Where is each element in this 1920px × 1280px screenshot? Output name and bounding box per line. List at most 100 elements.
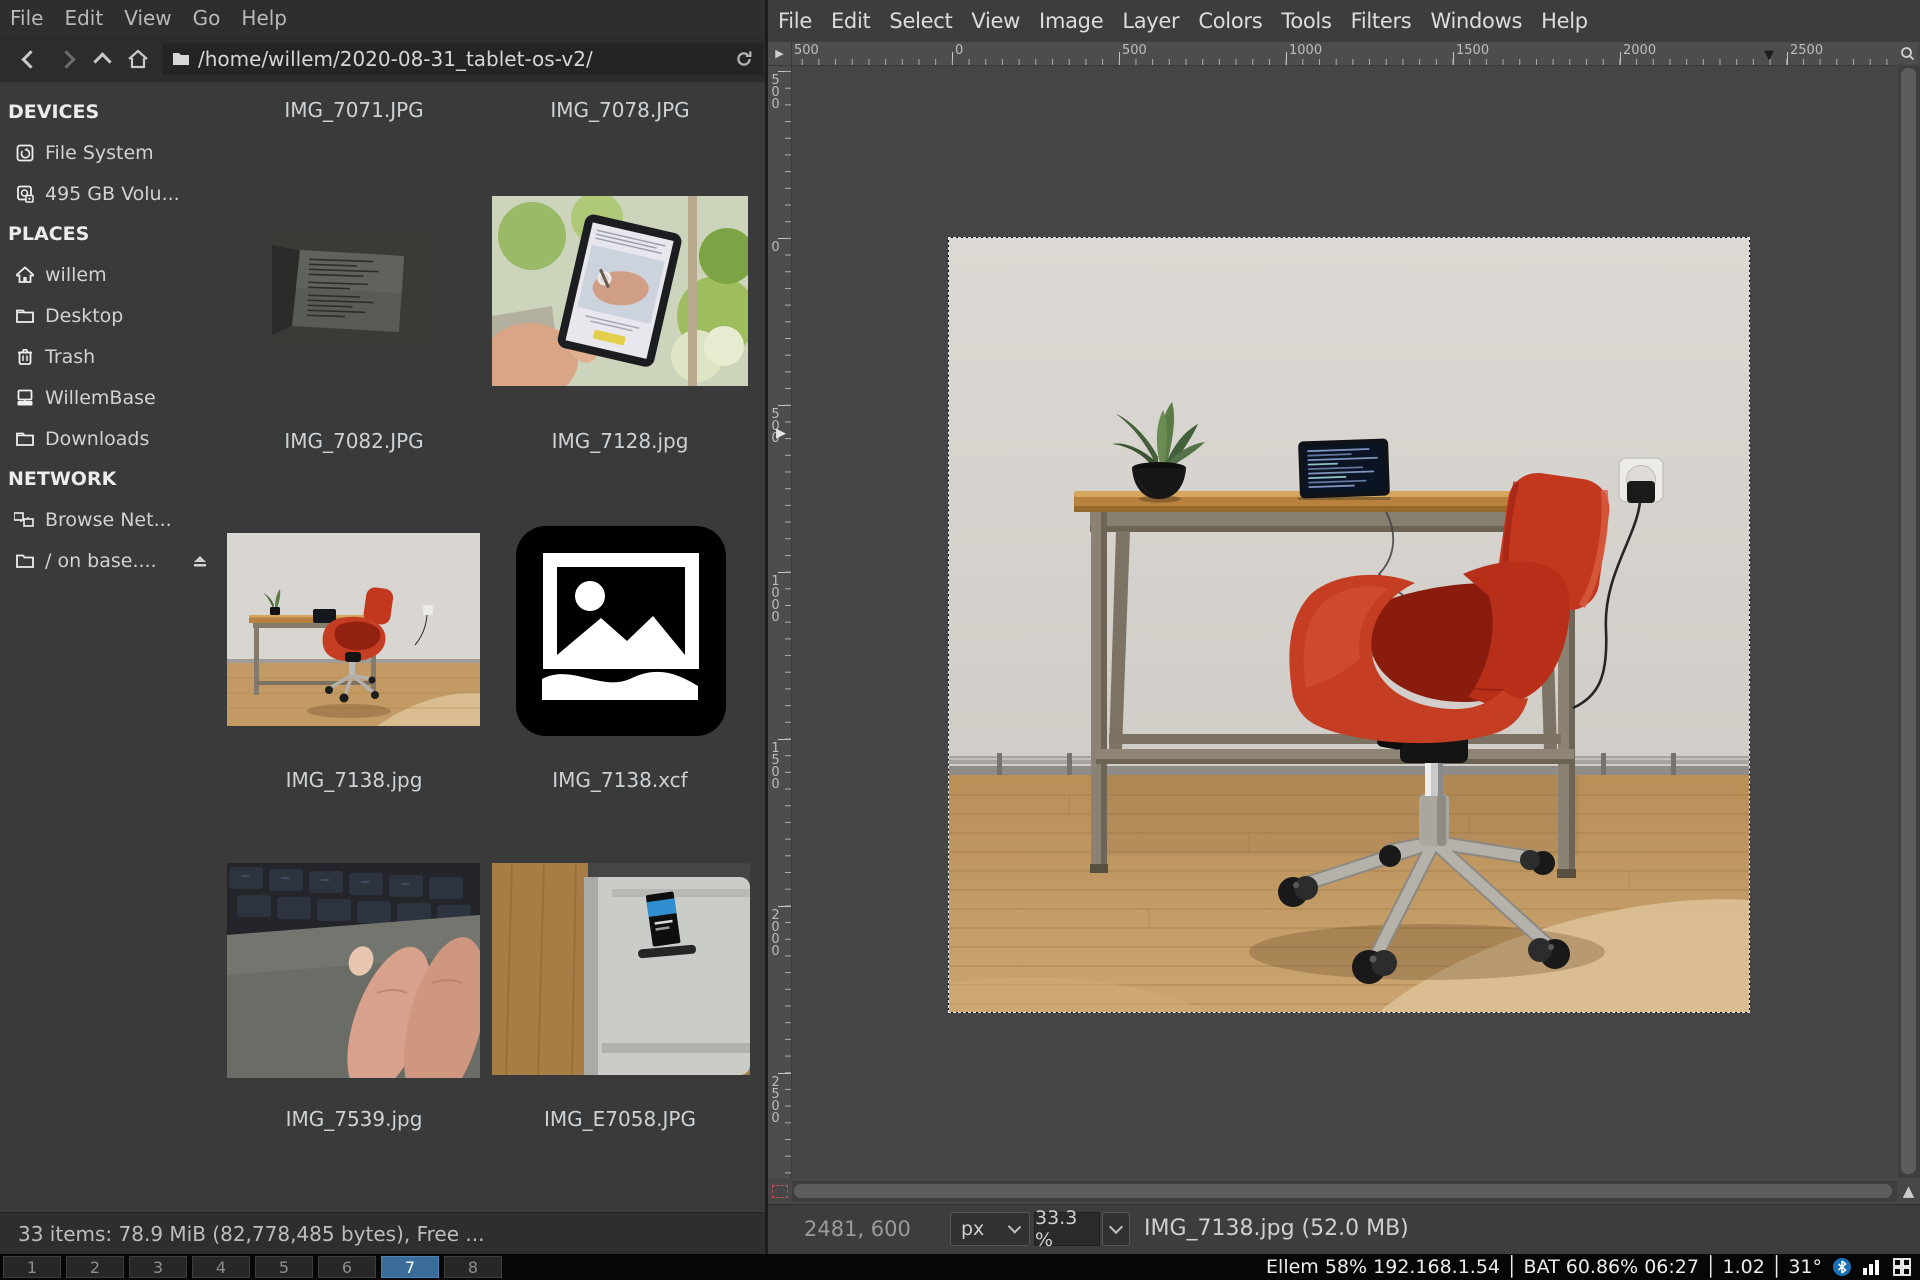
file-manager-sidebar: DEVICES File System 495 GB Volu... PLACE… <box>0 82 218 1212</box>
file-name: IMG_7138.xcf <box>510 768 730 792</box>
quick-mask-toggle[interactable] <box>770 1181 790 1201</box>
fm-menu-edit[interactable]: Edit <box>64 6 103 30</box>
gimp-menu-image[interactable]: Image <box>1039 9 1103 33</box>
path-bar[interactable]: /home/willem/2020-08-31_tablet-os-v2/ <box>162 43 763 75</box>
ruler-label: 1000 <box>770 574 781 622</box>
gimp-menu-help[interactable]: Help <box>1541 9 1588 33</box>
network-drive-icon <box>14 387 36 409</box>
gimp-canvas[interactable] <box>792 66 1897 1178</box>
workspace-button-2[interactable]: 2 <box>66 1256 124 1278</box>
sidebar-item-volume[interactable]: 495 GB Volu... <box>0 173 218 214</box>
refresh-icon[interactable] <box>735 50 753 68</box>
zoom-dropdown-button[interactable] <box>1102 1212 1130 1246</box>
chevron-down-icon <box>1008 1220 1021 1233</box>
gimp-window: File Edit Select View Image Layer Colors… <box>768 0 1920 1254</box>
sidebar-item-label: / on base.... <box>45 550 157 572</box>
gimp-menu-tools[interactable]: Tools <box>1281 9 1331 33</box>
gimp-menu-edit[interactable]: Edit <box>831 9 870 33</box>
ruler-label: 2000 <box>1623 43 1656 58</box>
up-button[interactable] <box>84 43 120 75</box>
sidebar-item-label: Desktop <box>45 305 123 327</box>
horizontal-ruler[interactable]: 500 0 500 1000 1500 2000 2500 ▼ <box>792 42 1897 66</box>
tablet-on-desk <box>1298 438 1391 500</box>
ruler-label: 1500 <box>1456 43 1489 58</box>
fm-menu-help[interactable]: Help <box>241 6 287 30</box>
gimp-menu-select[interactable]: Select <box>889 9 952 33</box>
fm-menu-file[interactable]: File <box>10 6 43 30</box>
zoom-follow-window-button[interactable] <box>1897 42 1917 64</box>
image-menu-button[interactable]: ▶ <box>768 42 792 66</box>
canvas-image-selection[interactable] <box>949 238 1749 1012</box>
gimp-menu-view[interactable]: View <box>971 9 1020 33</box>
network-icon <box>14 509 36 531</box>
file-name: IMG_7082.JPG <box>244 429 464 453</box>
fm-menu-go[interactable]: Go <box>193 6 221 30</box>
file-manager-window: File Edit View Go Help /home/willem/2020… <box>0 0 765 1254</box>
workspace-button-3[interactable]: 3 <box>129 1256 187 1278</box>
workspace-button-5[interactable]: 5 <box>255 1256 313 1278</box>
ruler-label: 0 <box>770 240 781 252</box>
home-icon <box>14 264 36 286</box>
home-button[interactable] <box>120 43 156 75</box>
vertical-scrollbar[interactable] <box>1898 66 1920 1178</box>
unit-select[interactable]: px <box>950 1212 1030 1246</box>
ruler-label: 2500 <box>770 1075 781 1123</box>
sidebar-item-file-system[interactable]: File System <box>0 132 218 173</box>
gimp-menu-windows[interactable]: Windows <box>1430 9 1522 33</box>
scrollbar-thumb[interactable] <box>1901 68 1916 1174</box>
desktop: File Edit View Go Help /home/willem/2020… <box>0 0 1920 1280</box>
sidebar-header-network: NETWORK <box>0 459 218 499</box>
scrollbar-thumb[interactable] <box>794 1184 1892 1198</box>
workspace-button-1[interactable]: 1 <box>3 1256 61 1278</box>
gimp-menu-layer[interactable]: Layer <box>1122 9 1179 33</box>
file-manager-statusbar: 33 items: 78.9 MiB (82,778,485 bytes), F… <box>0 1212 765 1254</box>
sidebar-item-browse-network[interactable]: Browse Net... <box>0 499 218 540</box>
file-thumbnail <box>492 863 750 1075</box>
sidebar-header-places: PLACES <box>0 214 218 254</box>
sidebar-item-on-base[interactable]: / on base.... <box>0 540 218 581</box>
workspace-button-7-active[interactable]: 7 <box>381 1256 439 1278</box>
fm-menu-view[interactable]: View <box>124 6 171 30</box>
zoom-input[interactable]: 33.3 % <box>1034 1212 1100 1246</box>
quick-mask-icon <box>772 1185 788 1198</box>
sidebar-item-label: willem <box>45 264 107 286</box>
sidebar-item-label: 495 GB Volu... <box>45 183 180 205</box>
gimp-menu-file[interactable]: File <box>778 9 812 33</box>
taskbar-status-area: Ellem 58% 192.168.1.54 │ BAT 60.86% 06:2… <box>1266 1256 1920 1278</box>
vertical-ruler[interactable]: 500 0 500 1000 1500 2000 2500 ▶ <box>768 66 792 1178</box>
forward-button[interactable] <box>48 43 84 75</box>
sidebar-item-willembase[interactable]: WillemBase <box>0 377 218 418</box>
file-thumbnail <box>272 233 432 350</box>
back-icon <box>21 50 39 68</box>
sidebar-item-trash[interactable]: Trash <box>0 336 218 377</box>
workspace-button-8[interactable]: 8 <box>444 1256 502 1278</box>
path-text: /home/willem/2020-08-31_tablet-os-v2/ <box>198 47 727 71</box>
sidebar-item-willem[interactable]: willem <box>0 254 218 295</box>
gimp-menubar: File Edit Select View Image Layer Colors… <box>768 0 1920 42</box>
grid-layout-icon[interactable] <box>1892 1257 1912 1277</box>
signal-bars-icon[interactable] <box>1862 1258 1882 1276</box>
chevron-down-icon <box>1109 1220 1123 1234</box>
sidebar-item-desktop[interactable]: Desktop <box>0 295 218 336</box>
eject-icon[interactable] <box>192 554 208 568</box>
ruler-label: 500 <box>794 43 819 58</box>
back-button[interactable] <box>12 43 48 75</box>
workspace-button-4[interactable]: 4 <box>192 1256 250 1278</box>
sidebar-item-downloads[interactable]: Downloads <box>0 418 218 459</box>
ruler-label: 500 <box>1122 43 1147 58</box>
workspace-button-6[interactable]: 6 <box>318 1256 376 1278</box>
gimp-menu-colors[interactable]: Colors <box>1198 9 1262 33</box>
ruler-label: 2000 <box>770 908 781 956</box>
trash-icon <box>14 346 36 368</box>
system-status-text: Ellem 58% 192.168.1.54 │ BAT 60.86% 06:2… <box>1266 1256 1822 1278</box>
gimp-menu-filters[interactable]: Filters <box>1351 9 1412 33</box>
bluetooth-icon[interactable] <box>1832 1257 1852 1277</box>
sidebar-header-devices: DEVICES <box>0 92 218 132</box>
file-manager-body: DEVICES File System 495 GB Volu... PLACE… <box>0 82 765 1212</box>
volume-disk-icon <box>14 183 36 205</box>
horizontal-scrollbar[interactable] <box>792 1181 1897 1202</box>
file-thumbnail <box>227 533 480 726</box>
navigation-button[interactable]: ▲ <box>1898 1179 1919 1202</box>
menu-arrow-icon: ▶ <box>775 47 783 60</box>
folder-remote-icon <box>14 550 36 572</box>
